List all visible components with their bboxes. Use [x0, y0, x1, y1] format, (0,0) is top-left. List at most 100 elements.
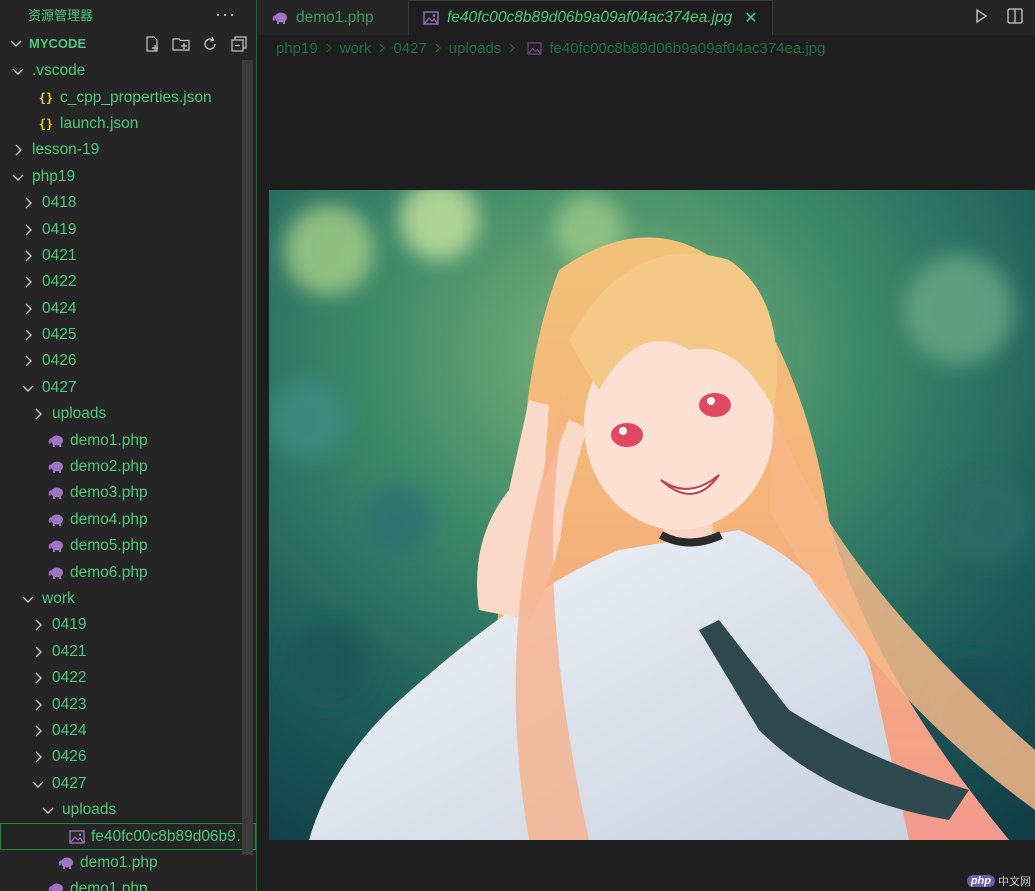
tree-item[interactable]: uploads [0, 797, 256, 823]
tree-item[interactable]: 0424 [0, 296, 256, 322]
tree-item[interactable]: {} c_cpp_properties.json [0, 84, 256, 110]
tree-item-label: 0423 [52, 695, 87, 713]
new-file-icon[interactable] [142, 34, 161, 53]
tab-image-file[interactable]: fe40fc00c8b89d06b9a09af04ac374ea.jpg ✕ [408, 0, 773, 35]
tree-item[interactable]: demo6.php [0, 559, 256, 585]
php-elephant-icon [48, 512, 64, 528]
tree-item[interactable]: 0426 [0, 348, 256, 374]
chevron-down-icon [30, 776, 46, 792]
breadcrumb-item[interactable]: php19 [276, 40, 318, 57]
tree-item-label: work [42, 590, 75, 607]
tree-item[interactable]: fe40fc00c8b89d06b9a... [0, 823, 256, 850]
tab-bar: demo1.php fe40fc00c8b89d06b9a09af04ac374… [258, 0, 1035, 35]
image-file-icon [423, 11, 439, 25]
watermark-text: 中文网 [998, 876, 1031, 888]
new-folder-icon[interactable] [171, 34, 190, 53]
tree-item[interactable]: demo4.php [0, 507, 256, 533]
chevron-right-icon [30, 406, 46, 422]
tree-item-label: 0425 [42, 326, 77, 344]
tree-item[interactable]: 0419 [0, 612, 256, 638]
tree-item[interactable]: 0426 [0, 744, 256, 770]
tree-item-label: 0422 [42, 273, 77, 291]
refresh-icon[interactable] [200, 34, 219, 53]
tree-item-label: demo1.php [70, 431, 148, 449]
tree-item-label: 0422 [52, 669, 87, 687]
tree-item[interactable]: demo5.php [0, 533, 256, 559]
tree-item-label: 0426 [42, 352, 77, 370]
tree-item[interactable]: demo1.php [0, 850, 256, 876]
tree-item-label: 0427 [42, 378, 77, 396]
tree-item-label: uploads [62, 801, 117, 819]
tree-item[interactable]: 0422 [0, 269, 256, 295]
tree-item[interactable]: 0419 [0, 216, 256, 242]
chevron-down-icon [20, 380, 36, 396]
tree-item-label: 0419 [52, 616, 87, 634]
tree-item[interactable]: work [0, 586, 256, 612]
tree-item[interactable]: lesson-19 [0, 137, 256, 163]
chevron-right-icon [378, 42, 386, 54]
tree-item-label: fe40fc00c8b89d06b9a... [91, 827, 255, 845]
chevron-right-icon [30, 644, 46, 660]
tree-item[interactable]: demo2.php [0, 454, 256, 480]
tree-item[interactable]: 0424 [0, 718, 256, 744]
php-elephant-icon [58, 855, 74, 871]
chevron-right-icon [508, 42, 516, 54]
close-icon[interactable]: ✕ [744, 8, 757, 28]
tree-item-label: .vscode [32, 62, 86, 80]
run-icon[interactable] [971, 6, 991, 26]
chevron-right-icon [20, 353, 36, 369]
breadcrumb-item[interactable]: fe40fc00c8b89d06b9a09af04ac374ea.jpg [549, 40, 825, 57]
breadcrumb-item[interactable]: work [340, 40, 372, 57]
chevron-right-icon [434, 42, 442, 54]
tree-item[interactable]: 0427 [0, 375, 256, 401]
more-actions-button[interactable]: ··· [215, 4, 236, 25]
anime-illustration-image [269, 190, 1035, 840]
tree-item[interactable]: php19 [0, 164, 256, 190]
tree-item[interactable]: 0421 [0, 639, 256, 665]
workspace-name: MYCODE [29, 35, 87, 51]
tab-label: fe40fc00c8b89d06b9a09af04ac374ea.jpg [447, 9, 733, 26]
tree-item-label: 0424 [52, 721, 87, 739]
tree-item[interactable]: .vscode [0, 58, 256, 84]
tab-demo1-php[interactable]: demo1.php [258, 0, 408, 35]
tree-item-label: demo1.php [70, 880, 148, 891]
tree-item-label: 0426 [52, 748, 87, 766]
json-braces-icon: {} [38, 90, 54, 105]
tree-item-label: 0419 [42, 220, 77, 238]
tree-item-label: c_cpp_properties.json [60, 88, 212, 106]
tree-item[interactable]: demo1.php [0, 876, 256, 891]
tree-item[interactable]: 0423 [0, 691, 256, 717]
tree-item-label: 0418 [42, 194, 77, 212]
file-tree: .vscode {} c_cpp_properties.json {} launch.j… [0, 58, 256, 891]
image-preview [269, 190, 1035, 840]
tree-item[interactable]: 0422 [0, 665, 256, 691]
explorer-sidebar: 资源管理器 ··· MYCODE .vscode {} c_cpp_properti… [0, 0, 257, 891]
tree-item[interactable]: 0425 [0, 322, 256, 348]
tree-item-label: 0421 [52, 642, 87, 660]
tree-item[interactable]: uploads [0, 401, 256, 427]
chevron-right-icon [20, 222, 36, 238]
tree-item[interactable]: 0418 [0, 190, 256, 216]
php-elephant-icon [48, 433, 64, 449]
chevron-down-icon [10, 169, 26, 185]
breadcrumb-item[interactable]: uploads [449, 40, 502, 57]
explorer-title: 资源管理器 [28, 7, 94, 23]
split-editor-icon[interactable] [1005, 6, 1025, 26]
php-elephant-icon [48, 565, 64, 581]
chevron-right-icon [20, 195, 36, 211]
tree-item[interactable]: {} launch.json [0, 111, 256, 137]
json-braces-icon: {} [38, 116, 54, 131]
chevron-right-icon [20, 274, 36, 290]
chevron-right-icon [30, 670, 46, 686]
tree-item[interactable]: 0421 [0, 243, 256, 269]
explorer-title-bar: 资源管理器 ··· [0, 0, 256, 28]
workspace-section-header[interactable]: MYCODE [0, 28, 256, 58]
breadcrumb-item[interactable]: 0427 [393, 40, 426, 57]
tree-item[interactable]: demo3.php [0, 480, 256, 506]
chevron-right-icon [10, 142, 26, 158]
tree-item[interactable]: 0427 [0, 771, 256, 797]
tree-item-label: demo4.php [70, 510, 148, 528]
tree-item[interactable]: demo1.php [0, 427, 256, 453]
collapse-all-icon[interactable] [229, 34, 248, 53]
sidebar-scrollbar[interactable] [242, 60, 253, 855]
